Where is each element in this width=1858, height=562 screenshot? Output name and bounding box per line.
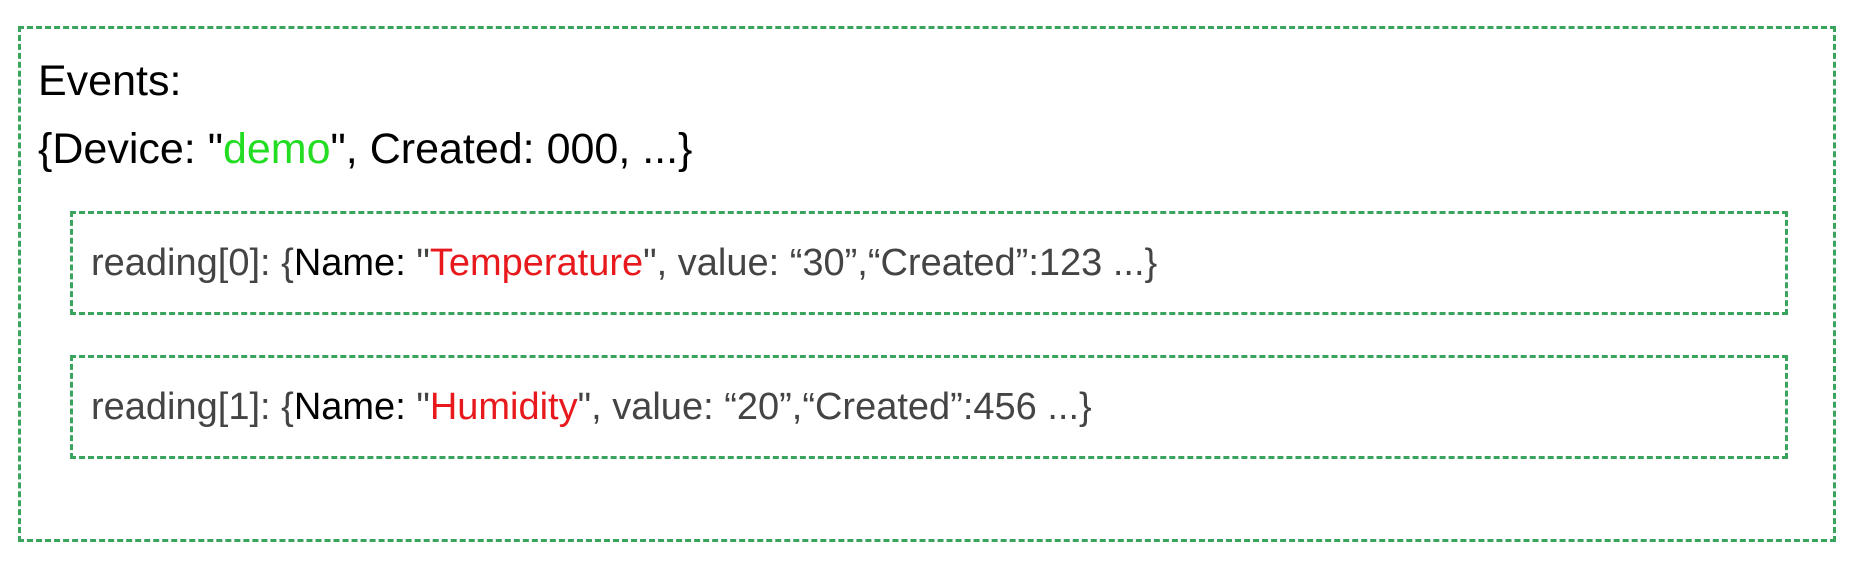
- reading-box-1: reading[1]: {Name: "Humidity", value: “2…: [70, 355, 1788, 459]
- reading-quote-open: ": [416, 386, 430, 428]
- event-object-prefix: {Device: ": [38, 125, 223, 173]
- reading-name-label: Name:: [293, 386, 417, 428]
- reading-rest: ", value: “20”,“Created”:456 ...}: [577, 386, 1092, 428]
- reading-quote-open: ": [416, 242, 430, 284]
- reading-box-0: reading[0]: {Name: "Temperature", value:…: [70, 211, 1788, 315]
- event-object-suffix: ", Created: 000, ...}: [330, 125, 693, 173]
- reading-rest: ", value: “30”,“Created”:123 ...}: [643, 242, 1158, 284]
- reading-name-label: Name:: [293, 242, 417, 284]
- reading-text-0: reading[0]: {Name: "Temperature", value:…: [91, 244, 1157, 282]
- reading-name-value: Humidity: [429, 386, 578, 428]
- reading-prefix: reading[1]: {: [91, 386, 294, 428]
- device-value: demo: [222, 125, 331, 173]
- reading-name-value: Temperature: [429, 242, 644, 284]
- reading-prefix: reading[0]: {: [91, 242, 294, 284]
- reading-text-1: reading[1]: {Name: "Humidity", value: “2…: [91, 388, 1092, 426]
- events-label: Events:: [38, 57, 182, 105]
- event-object-text: {Device: "demo", Created: 000, ...}: [38, 128, 692, 171]
